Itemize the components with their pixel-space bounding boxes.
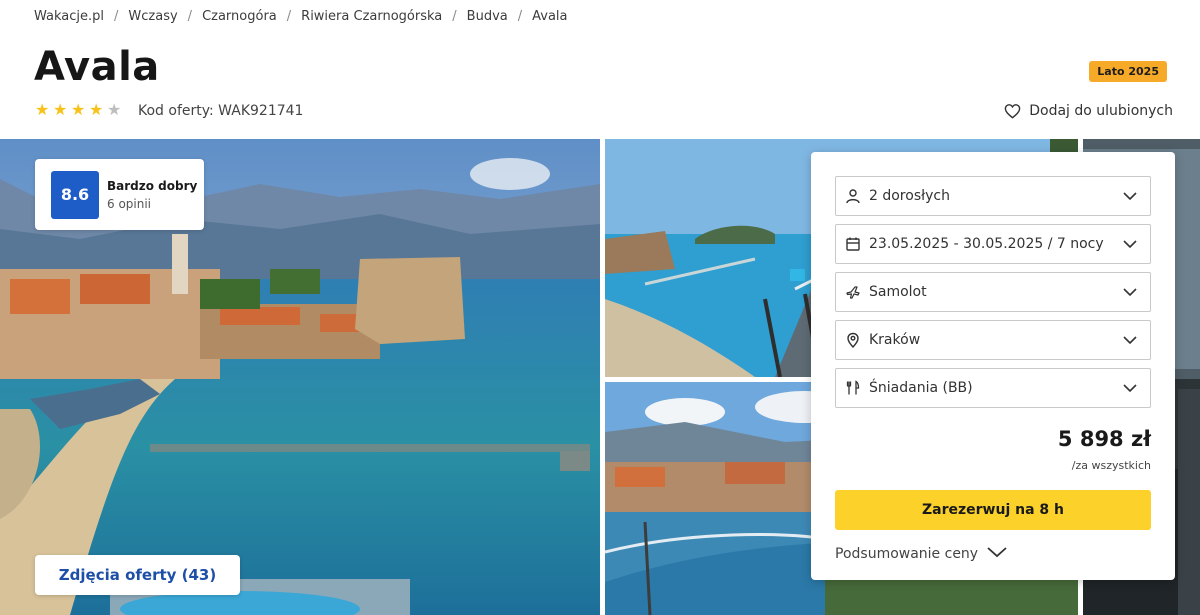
price-note: /za wszystkich [1071,459,1151,472]
chevron-down-icon [986,545,1008,563]
chevron-down-icon [1121,187,1139,205]
add-to-favorites-label: Dodaj do ulubionych [1029,103,1173,119]
breadcrumb-separator: / [187,9,193,24]
dates-select[interactable]: 23.05.2025 - 30.05.2025 / 7 nocy [835,224,1151,264]
breadcrumb-item-wczasy[interactable]: Wczasy [128,9,177,24]
plane-icon [845,284,861,300]
chevron-down-icon [1121,283,1139,301]
season-badge: Lato 2025 [1089,61,1167,82]
booking-panel: 2 dorosłych 23.05.2025 - 30.05.2025 / 7 … [811,152,1175,580]
rating-count: 6 opinii [107,196,152,211]
page-title: Avala [34,44,160,90]
price-summary-toggle[interactable]: Podsumowanie ceny [835,545,1008,563]
breadcrumb: Wakacje.pl / Wczasy / Czarnogóra / Riwie… [34,9,568,24]
star-icon: ★ [53,100,68,119]
departure-city-select[interactable]: Kraków [835,320,1151,360]
rating-label: Bardzo dobry [107,178,198,193]
star-icon: ★ [89,100,104,119]
travelers-value: 2 dorosłych [869,188,950,204]
book-button[interactable]: Zarezerwuj na 8 h [835,490,1151,530]
calendar-icon [845,236,861,252]
star-icon: ★ [35,100,50,119]
rating-score: 8.6 [51,170,99,219]
location-pin-icon [845,332,861,348]
total-price: 5 898 zł [1057,427,1151,451]
breadcrumb-item-city[interactable]: Budva [467,9,508,24]
star-icon: ★ [71,100,86,119]
breadcrumb-item-region[interactable]: Riwiera Czarnogórska [301,9,442,24]
breadcrumb-separator: / [114,9,119,24]
star-rating: ★ ★ ★ ★ ★ [35,102,123,118]
breadcrumb-separator: / [286,9,292,24]
breadcrumb-item-country[interactable]: Czarnogóra [202,9,277,24]
chevron-down-icon [1121,235,1139,253]
board-value: Śniadania (BB) [869,380,973,396]
transport-value: Samolot [869,284,927,300]
star-empty-icon: ★ [107,100,122,119]
breadcrumb-separator: / [517,9,523,24]
person-icon [845,188,861,204]
transport-select[interactable]: Samolot [835,272,1151,312]
price-summary-label: Podsumowanie ceny [835,546,979,562]
chevron-down-icon [1121,331,1139,349]
rating-card[interactable]: 8.6 Bardzo dobry 6 opinii [35,159,204,230]
board-select[interactable]: Śniadania (BB) [835,368,1151,408]
main-photo[interactable]: 8.6 Bardzo dobry 6 opinii Zdjęcia oferty… [0,139,600,615]
offer-code: Kod oferty: WAK921741 [138,103,304,119]
breadcrumb-separator: / [452,9,457,24]
chevron-down-icon [1121,379,1139,397]
dates-value: 23.05.2025 - 30.05.2025 / 7 nocy [869,236,1104,252]
departure-city-value: Kraków [869,332,921,348]
travelers-select[interactable]: 2 dorosłych [835,176,1151,216]
heart-icon [1004,103,1021,119]
photos-button[interactable]: Zdjęcia oferty (43) [35,555,240,595]
breadcrumb-item-wakacje[interactable]: Wakacje.pl [34,9,104,24]
add-to-favorites-button[interactable]: Dodaj do ulubionych [1004,103,1173,119]
breadcrumb-item-hotel[interactable]: Avala [532,9,567,24]
cutlery-icon [845,380,861,396]
